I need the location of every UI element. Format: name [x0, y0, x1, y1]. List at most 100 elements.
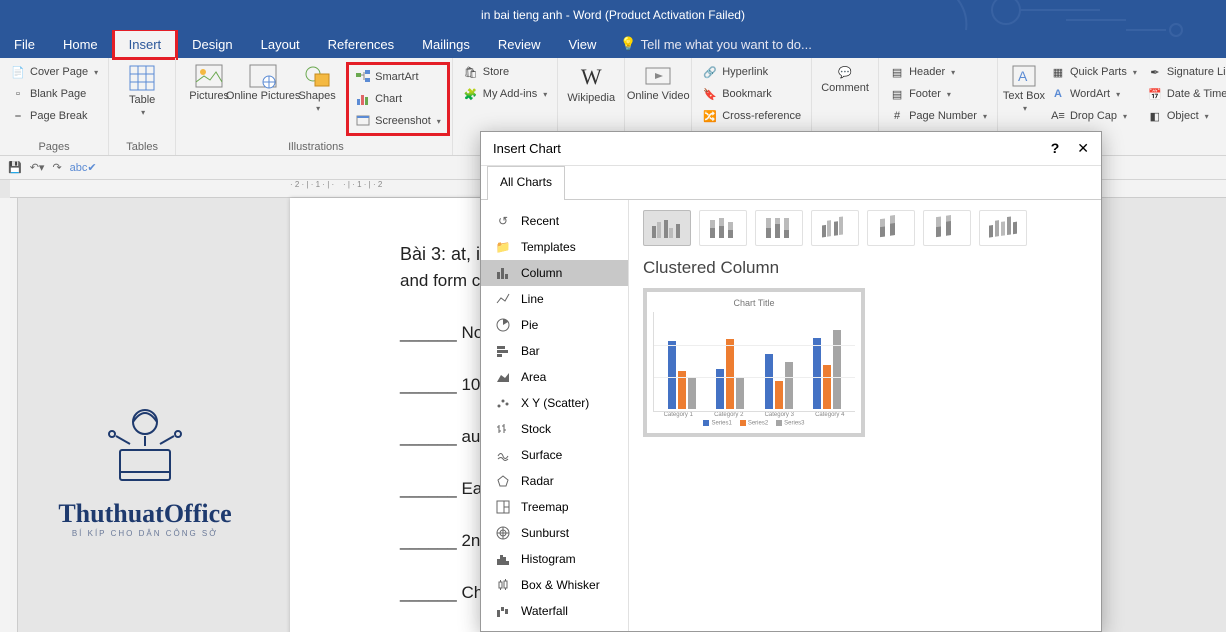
- tab-insert[interactable]: Insert: [112, 28, 179, 60]
- dialog-main: Clustered Column Chart Title Category 1 …: [629, 200, 1101, 631]
- spell-icon[interactable]: abc✔: [70, 161, 97, 174]
- type-recent[interactable]: ↺Recent: [481, 208, 628, 234]
- pie-icon: [495, 317, 511, 333]
- type-scatter[interactable]: X Y (Scatter): [481, 390, 628, 416]
- column-icon: [495, 265, 511, 281]
- type-combo[interactable]: Combo: [481, 624, 628, 631]
- type-line[interactable]: Line: [481, 286, 628, 312]
- redo-icon[interactable]: ↷: [52, 161, 61, 174]
- subtype-clustered[interactable]: [643, 210, 691, 246]
- chart-preview[interactable]: Chart Title Category 1 Category 2 Catego…: [643, 288, 865, 437]
- wikipedia-button[interactable]: WWikipedia: [564, 62, 618, 106]
- radar-icon: [495, 473, 511, 489]
- online-pictures-icon: [247, 64, 279, 88]
- link-icon: 🔗: [702, 64, 718, 80]
- group-tables: Table▾ Tables: [109, 58, 176, 155]
- tab-references[interactable]: References: [314, 30, 408, 58]
- wordart-button[interactable]: AWordArt▾: [1046, 84, 1141, 104]
- bookmark-button[interactable]: 🔖Bookmark: [698, 84, 805, 104]
- chart-button[interactable]: Chart: [351, 89, 445, 109]
- tab-home[interactable]: Home: [49, 30, 112, 58]
- dialog-title: Insert Chart: [493, 141, 561, 156]
- type-treemap[interactable]: Treemap: [481, 494, 628, 520]
- tab-mailings[interactable]: Mailings: [408, 30, 484, 58]
- pagenum-button[interactable]: #Page Number▾: [885, 106, 991, 126]
- type-waterfall[interactable]: Waterfall: [481, 598, 628, 624]
- group-pages: 📄Cover Page▾ ▫Blank Page ⎯Page Break Pag…: [0, 58, 109, 155]
- subtype-3d-column[interactable]: [979, 210, 1027, 246]
- footer-button[interactable]: ▤Footer▾: [885, 84, 991, 104]
- object-button[interactable]: ◧Object▾: [1143, 106, 1226, 126]
- wikipedia-icon: W: [575, 64, 607, 90]
- signature-button[interactable]: ✒Signature Line▾: [1143, 62, 1226, 82]
- screenshot-icon: [355, 113, 371, 129]
- tab-file[interactable]: File: [0, 30, 49, 58]
- tell-me[interactable]: 💡Tell me what you want to do...: [610, 30, 821, 58]
- store-button[interactable]: 🛍Store: [459, 62, 551, 82]
- tab-design[interactable]: Design: [178, 30, 246, 58]
- stock-icon: [495, 421, 511, 437]
- online-video-button[interactable]: Online Video: [631, 62, 685, 104]
- blank-page-button[interactable]: ▫Blank Page: [6, 84, 102, 104]
- type-sunburst[interactable]: Sunburst: [481, 520, 628, 546]
- online-pictures-button[interactable]: Online Pictures: [238, 62, 288, 104]
- dialog-titlebar[interactable]: Insert Chart ? ✕: [481, 132, 1101, 166]
- bulb-icon: 💡: [620, 36, 636, 52]
- dropcap-button[interactable]: A≡Drop Cap▾: [1046, 106, 1141, 126]
- svg-text:A: A: [1018, 68, 1028, 84]
- page-break-button[interactable]: ⎯Page Break: [6, 106, 102, 126]
- crossref-icon: 🔀: [702, 108, 718, 124]
- surface-icon: [495, 447, 511, 463]
- comment-icon: 💬: [829, 64, 861, 80]
- type-area[interactable]: Area: [481, 364, 628, 390]
- cross-ref-button[interactable]: 🔀Cross-reference: [698, 106, 805, 126]
- type-column[interactable]: Column: [481, 260, 628, 286]
- smartart-button[interactable]: SmartArt: [351, 67, 445, 87]
- signature-icon: ✒: [1147, 64, 1163, 80]
- quickparts-icon: ▦: [1050, 64, 1066, 80]
- type-bar[interactable]: Bar: [481, 338, 628, 364]
- shapes-button[interactable]: Shapes▾: [290, 62, 344, 115]
- quick-parts-button[interactable]: ▦Quick Parts▾: [1046, 62, 1141, 82]
- datetime-button[interactable]: 📅Date & Time: [1143, 84, 1226, 104]
- screenshot-button[interactable]: Screenshot▾: [351, 111, 445, 131]
- type-surface[interactable]: Surface: [481, 442, 628, 468]
- type-stock[interactable]: Stock: [481, 416, 628, 442]
- textbox-icon: A: [1008, 64, 1040, 88]
- subtype-100stacked[interactable]: [755, 210, 803, 246]
- preview-legend: Series1Series2Series3: [653, 420, 855, 427]
- bar-icon: [495, 343, 511, 359]
- type-histogram[interactable]: Histogram: [481, 546, 628, 572]
- save-icon[interactable]: 💾: [8, 161, 22, 174]
- type-templates[interactable]: 📁Templates: [481, 234, 628, 260]
- combo-icon: [495, 629, 511, 631]
- hyperlink-button[interactable]: 🔗Hyperlink: [698, 62, 805, 82]
- textbox-button[interactable]: AText Box▾: [1004, 62, 1044, 115]
- tab-all-charts[interactable]: All Charts: [487, 166, 565, 200]
- type-radar[interactable]: Radar: [481, 468, 628, 494]
- waterfall-icon: [495, 603, 511, 619]
- addins-icon: 🧩: [463, 86, 479, 102]
- cover-page-button[interactable]: 📄Cover Page▾: [6, 62, 102, 82]
- header-button[interactable]: ▤Header▾: [885, 62, 991, 82]
- object-icon: ◧: [1147, 108, 1163, 124]
- subtype-3d-stacked[interactable]: [867, 210, 915, 246]
- subtype-3d-100stacked[interactable]: [923, 210, 971, 246]
- line-icon: [495, 291, 511, 307]
- table-button[interactable]: Table▾: [115, 62, 169, 119]
- video-icon: [642, 64, 674, 88]
- undo-icon[interactable]: ↶▾: [30, 161, 45, 174]
- type-boxwhisker[interactable]: Box & Whisker: [481, 572, 628, 598]
- help-icon[interactable]: ?: [1051, 140, 1060, 157]
- datetime-icon: 📅: [1147, 86, 1163, 102]
- comment-button[interactable]: 💬Comment: [818, 62, 872, 96]
- type-pie[interactable]: Pie: [481, 312, 628, 338]
- tab-view[interactable]: View: [554, 30, 610, 58]
- subtype-stacked[interactable]: [699, 210, 747, 246]
- my-addins-button[interactable]: 🧩My Add-ins▾: [459, 84, 551, 104]
- tab-review[interactable]: Review: [484, 30, 555, 58]
- ruler-vertical[interactable]: [0, 198, 18, 632]
- tab-layout[interactable]: Layout: [247, 30, 314, 58]
- subtype-3d-clustered[interactable]: [811, 210, 859, 246]
- close-icon[interactable]: ✕: [1077, 140, 1089, 157]
